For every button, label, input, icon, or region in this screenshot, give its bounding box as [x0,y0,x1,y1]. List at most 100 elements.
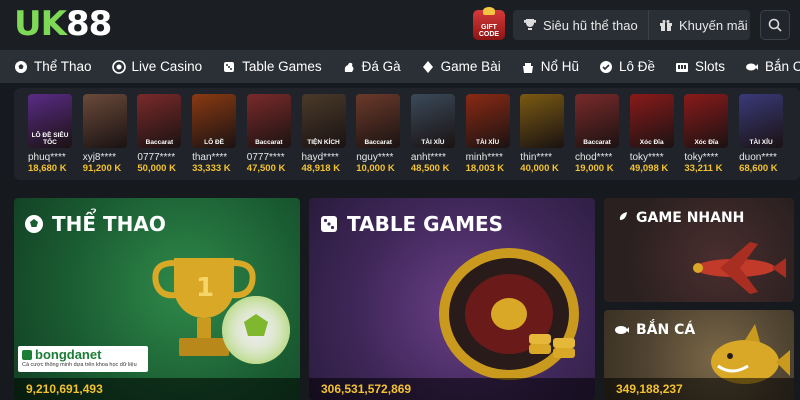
winner-amount: 10,000 K [356,163,395,174]
rocket-icon [617,212,627,223]
winner-item[interactable]: TIỆN KÍCH hayd**** 48,918 K [301,94,350,175]
winner-name: duon**** [739,152,777,163]
table-games-card[interactable]: TABLE GAMES 306,531,572,869 [309,198,595,400]
promotions-button[interactable]: Khuyến mãi [648,10,750,40]
search-button[interactable] [760,10,790,40]
winner-item[interactable]: LÔ ĐỀ than**** 33,333 K [192,94,240,175]
nav-item-the-thao[interactable]: Thể Thao [14,59,92,74]
giftcode-line1: GIFT [481,24,497,31]
soccer-ball-icon [14,60,28,74]
winner-name: 0777**** [137,152,176,163]
game-thumbnail: TÀI XỈU [739,94,784,148]
sports-card[interactable]: THỂ THAO 1 bongdanet Cá cược thông minh … [14,198,300,400]
winner-amount: 91,200 K [82,163,122,174]
winner-amount: 18,003 K [465,163,505,174]
bongdanet-tagline: Cá cược thông minh dựa trên khoa học dữ … [22,362,137,368]
game-thumbnail [82,94,127,148]
fishing-card[interactable]: BẮN CÁ 349,188,237 [604,310,794,400]
soccer-ball-icon [25,215,43,233]
winner-amount: 19,000 K [575,163,614,174]
top-header: UK88 GIFT CODE Siêu hũ thể thao Khuyến m… [0,0,800,50]
game-thumbnail-caption: Baccarat [364,139,392,146]
winner-name: toky**** [629,152,664,163]
winner-amount: 47,500 K [246,163,286,174]
game-thumbnail: TÀI XỈU [465,94,510,148]
nav-item-game-bai[interactable]: Game Bài [421,59,501,74]
nav-item-da-ga[interactable]: Đá Gà [342,59,401,74]
winner-item[interactable]: Baccarat nguy**** 10,000 K [356,94,404,175]
trophy-icon [524,19,536,30]
jackpot-button[interactable]: Siêu hũ thể thao [513,10,648,40]
cards-icon [421,60,435,74]
casino-chip-icon [111,59,126,74]
game-thumbnail: Xóc Đĩa [629,94,674,148]
rooster-icon [342,60,356,74]
nav-item-live-casino[interactable]: Live Casino [111,59,202,74]
winner-item[interactable]: thin**** 40,000 K [520,94,568,175]
game-thumbnail [520,94,565,148]
winner-item[interactable]: Xóc Đĩa toky**** 49,098 K [629,94,678,175]
winner-item[interactable]: Baccarat chod**** 19,000 K [575,94,623,175]
dice-icon [321,216,337,232]
game-thumbnail: TÀI XỈU [410,94,455,148]
winner-item[interactable]: LÔ ĐỀ SIÊU TỐC phuq**** 18,680 K [28,94,76,175]
roulette-wheel-illustration [439,248,579,380]
game-thumbnail: TIỆN KÍCH [301,94,346,148]
lottery-icon [599,60,613,74]
game-thumbnail: Xóc Đĩa [684,94,729,148]
giftcode-button[interactable]: GIFT CODE [473,7,505,40]
gift-bow-icon [483,7,495,15]
game-thumbnail: Baccarat [137,94,182,148]
game-thumbnail-caption: TÀI XỈU [476,139,500,146]
winner-amount: 33,333 K [192,163,231,174]
fish-icon [745,60,759,74]
bongdanet-name: bongdanet [35,347,102,362]
winner-item[interactable]: TÀI XỈU anht**** 48,500 K [410,94,459,175]
game-thumbnail-caption: Baccarat [583,139,611,146]
giftcode-line2: CODE [478,31,500,38]
winner-name: nguy**** [356,152,394,163]
sports-card-title: THỂ THAO [24,212,166,236]
winner-item[interactable]: Baccarat 0777**** 47,500 K [246,94,295,175]
winner-item[interactable]: TÀI XỈU duon**** 68,600 K [739,94,787,175]
nav-item-slots[interactable]: Slots [675,59,725,74]
game-thumbnail-caption: Baccarat [255,139,283,146]
game-thumbnail: Baccarat [246,94,291,148]
nav-item-table-games[interactable]: Table Games [222,59,322,74]
nav-item-ban-ca[interactable]: Bắn Cá [745,59,800,74]
winner-item[interactable]: xyj8**** 91,200 K [82,94,131,175]
game-thumbnail: Baccarat [356,94,401,148]
game-thumbnail: Baccarat [575,94,619,148]
bongdanet-badge[interactable]: bongdanet Cá cược thông minh dựa trên kh… [18,346,148,372]
nav-item-no-hu[interactable]: Nổ Hũ [521,59,579,74]
game-thumbnail: LÔ ĐỀ SIÊU TỐC [28,94,72,148]
game-thumbnail-caption: LÔ ĐỀ [204,139,225,146]
game-thumbnail: LÔ ĐỀ [192,94,237,148]
search-icon [768,18,782,32]
winner-item[interactable]: Xóc Đĩa toky**** 33,211 K [684,94,732,175]
game-thumbnail-caption: Xóc Đĩa [639,139,664,146]
main-nav: Thể Thao Live Casino Table Games Đá Gà G… [0,50,800,83]
winner-name: xyj8**** [82,152,117,163]
uk88-logo[interactable]: UK88 [14,6,112,42]
fishing-card-title: BẮN CÁ [614,322,695,338]
jackpot-label: Siêu hũ thể thao [543,17,638,33]
game-thumbnail-caption: TÀI XỈU [749,139,773,146]
winner-name: hayd**** [301,152,339,163]
winner-item[interactable]: Baccarat 0777**** 50,000 K [137,94,185,175]
winner-name: than**** [192,152,228,163]
table-games-card-count: 306,531,572,869 [309,378,595,400]
game-thumbnail-caption: Baccarat [145,139,174,146]
fish-icon [615,326,629,334]
winner-item[interactable]: TÀI XỈU minh**** 18,003 K [465,94,514,175]
dice-icon [222,60,236,74]
nav-item-lo-de[interactable]: Lô Đề [599,59,655,74]
game-thumbnail-caption: TÀI XỈU [421,139,445,146]
gift-icon [660,20,672,31]
slot-machine-icon [675,60,689,74]
winner-name: chod**** [575,152,613,163]
game-thumbnail-caption: Xóc Đĩa [694,139,719,146]
fast-games-card[interactable]: GAME NHANH [604,198,794,302]
winner-amount: 48,918 K [301,163,341,174]
winner-name: phuq**** [28,152,66,163]
